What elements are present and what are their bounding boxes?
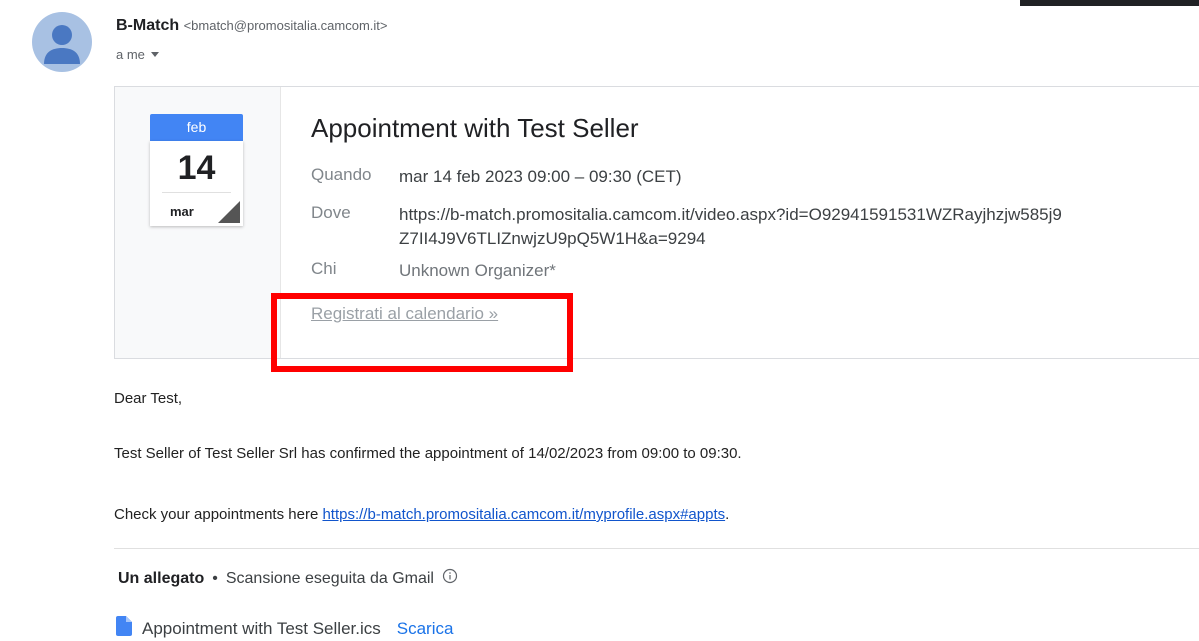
where-value[interactable]: https://b-match.promositalia.camcom.it/v…	[399, 203, 1062, 251]
who-value: Unknown Organizer*	[399, 261, 556, 280]
calendar-month: feb	[150, 114, 243, 141]
invite-date-panel: feb 14 mar	[115, 87, 281, 358]
download-link[interactable]: Scarica	[397, 619, 454, 639]
sender-name[interactable]: B-Match	[116, 17, 179, 34]
greeting-text: Dear Test,	[114, 390, 183, 407]
calendar-date-icon: feb 14 mar	[150, 114, 243, 226]
sender-email: <bmatch@promositalia.camcom.it>	[183, 18, 388, 33]
attachment-item[interactable]: Appointment with Test Seller.ics Scarica	[116, 616, 453, 641]
confirmation-text: Test Seller of Test Seller Srl has confi…	[114, 445, 742, 462]
calendar-separator	[162, 192, 231, 193]
top-bar-strip	[1020, 0, 1199, 6]
check-prefix: Check your appointments here	[114, 506, 323, 523]
attachments-divider	[114, 548, 1199, 549]
where-label: Dove	[311, 203, 351, 222]
event-title: Appointment with Test Seller	[311, 113, 639, 143]
caret-down-icon[interactable]	[150, 52, 159, 57]
calendar-weekday: mar	[170, 204, 194, 219]
check-appointments-line: Check your appointments here https://b-m…	[114, 506, 729, 523]
recipient-label: a me	[116, 47, 145, 62]
red-highlight-box	[271, 293, 573, 372]
sender-avatar[interactable]	[32, 12, 92, 72]
document-icon	[116, 616, 132, 641]
appointments-link[interactable]: https://b-match.promositalia.camcom.it/m…	[322, 506, 725, 523]
when-label: Quando	[311, 165, 372, 184]
where-url-line2[interactable]: Z7II4J9V6TLIZnwjzU9pQ5W1H&a=9294	[399, 229, 706, 248]
separator-dot: •	[212, 569, 218, 587]
when-value: mar 14 feb 2023 09:00 – 09:30 (CET)	[399, 167, 682, 186]
scan-text: Scansione eseguita da Gmail	[225, 569, 434, 587]
calendar-day: 14	[177, 149, 216, 187]
calendar-page: 14 mar	[150, 141, 243, 226]
check-suffix: .	[725, 506, 730, 523]
page-fold-icon	[218, 201, 240, 223]
person-icon	[44, 25, 80, 64]
recipient-line[interactable]: a me	[116, 47, 159, 62]
sender-line: B-Match <bmatch@promositalia.camcom.it>	[116, 17, 388, 35]
who-label: Chi	[311, 259, 337, 278]
info-icon[interactable]	[442, 568, 458, 589]
attachment-count: Un allegato	[118, 569, 205, 587]
attachment-filename[interactable]: Appointment with Test Seller.ics	[142, 619, 381, 639]
attachments-header: Un allegato • Scansione eseguita da Gmai…	[118, 568, 458, 589]
where-url-line1[interactable]: https://b-match.promositalia.camcom.it/v…	[399, 205, 1062, 224]
